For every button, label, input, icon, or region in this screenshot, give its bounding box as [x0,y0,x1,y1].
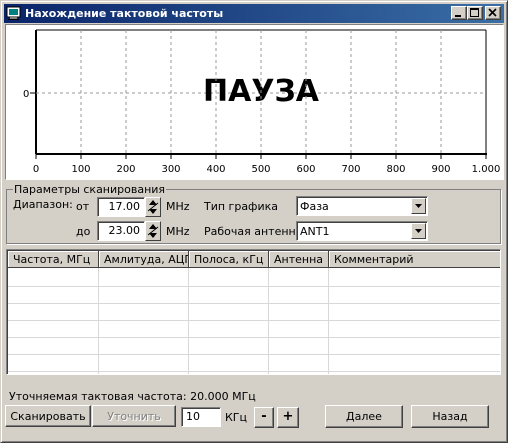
decrease-button[interactable]: - [254,407,274,428]
column-divider [328,268,329,374]
to-freq-input[interactable]: 23.00 [97,221,145,241]
column-divider [188,268,189,374]
back-button[interactable]: Назад [411,405,489,428]
graph-type-label: Тип графика [204,200,278,213]
spin-arrows-icon [147,224,159,238]
x-tick-label: 500 [251,164,270,175]
x-tick-label: 900 [431,164,450,175]
spin-arrows-icon [147,200,159,214]
step-unit-label: КГц [225,411,248,424]
from-freq-input[interactable]: 17.00 [97,197,145,217]
refine-button[interactable]: Уточнить [92,405,176,427]
table-header: Частота, МГц Амлитуда, АЦП Полоса, кГц А… [8,251,500,268]
to-freq-spinner[interactable] [145,221,161,241]
x-tick-label: 800 [386,164,405,175]
x-tick-label: 100 [71,164,90,175]
minimize-icon [455,15,461,17]
antenna-dropdown-button[interactable] [411,223,426,239]
close-button[interactable] [485,6,501,20]
scan-params-title: Параметры сканирования [13,183,167,196]
column-divider [98,268,99,374]
close-icon [488,8,497,17]
x-tick-label: 600 [296,164,315,175]
from-freq-spinner[interactable] [145,197,161,217]
row-divider [8,354,500,355]
antenna-label: Рабочая антенна [204,225,303,238]
title-bar[interactable]: Нахождение тактовой частоты [4,4,504,23]
row-divider [8,320,500,321]
plot-canvas: 0 ПАУЗА 0 100 200 300 400 500 600 700 800 900 1.00… [23,29,501,175]
x-tick-label: 300 [161,164,180,175]
graph-type-dropdown-button[interactable] [411,198,426,214]
column-header-amplitude[interactable]: Амлитуда, АЦП [99,251,189,268]
from-label: от [76,200,90,213]
chevron-down-icon [415,204,422,208]
to-label: до [76,225,91,238]
x-tick-label: 200 [116,164,135,175]
column-header-comment[interactable]: Комментарий [329,251,500,268]
maximize-button[interactable] [467,6,483,20]
row-divider [8,286,500,287]
column-header-bandwidth[interactable]: Полоса, кГц [189,251,269,268]
x-tick-label: 1.000 [472,164,501,175]
frequency-plot: 0 ПАУЗА 0 100 200 300 400 500 600 700 800 900 1.00… [5,24,504,180]
column-header-frequency[interactable]: Частота, МГц [8,251,99,268]
graph-type-value: Фаза [300,200,329,213]
x-tick-label: 400 [206,164,225,175]
maximize-icon [470,8,479,17]
antenna-select[interactable]: ANT1 [296,221,428,241]
main-window: Нахождение тактовой частоты 0 ПАУЗА 0 100… [0,0,508,443]
graph-type-select[interactable]: Фаза [296,196,428,216]
column-divider [268,268,269,374]
results-table[interactable]: Частота, МГц Амлитуда, АЦП Полоса, кГц А… [6,249,501,375]
row-divider [8,337,500,338]
scan-button[interactable]: Сканировать [5,405,91,427]
app-icon [6,6,21,20]
increase-button[interactable]: + [277,407,299,428]
to-unit-label: MHz [166,225,190,238]
x-tick-label: 0 [33,164,39,175]
range-label: Диапазон: [13,198,73,211]
antenna-value: ANT1 [300,225,330,238]
window-title: Нахождение тактовой частоты [25,7,224,20]
chevron-down-icon [415,229,422,233]
next-button[interactable]: Далее [325,405,403,428]
row-divider [8,303,500,304]
x-tick-label: 700 [341,164,360,175]
column-header-antenna[interactable]: Антенна [269,251,329,268]
y-tick-label: 0 [23,89,29,100]
row-divider [8,371,500,372]
from-unit-label: MHz [166,200,190,213]
step-input[interactable]: 10 [181,407,221,427]
refined-frequency-status: Уточняемая тактовая частота: 20.000 МГц [9,390,256,403]
minimize-button[interactable] [451,6,467,20]
